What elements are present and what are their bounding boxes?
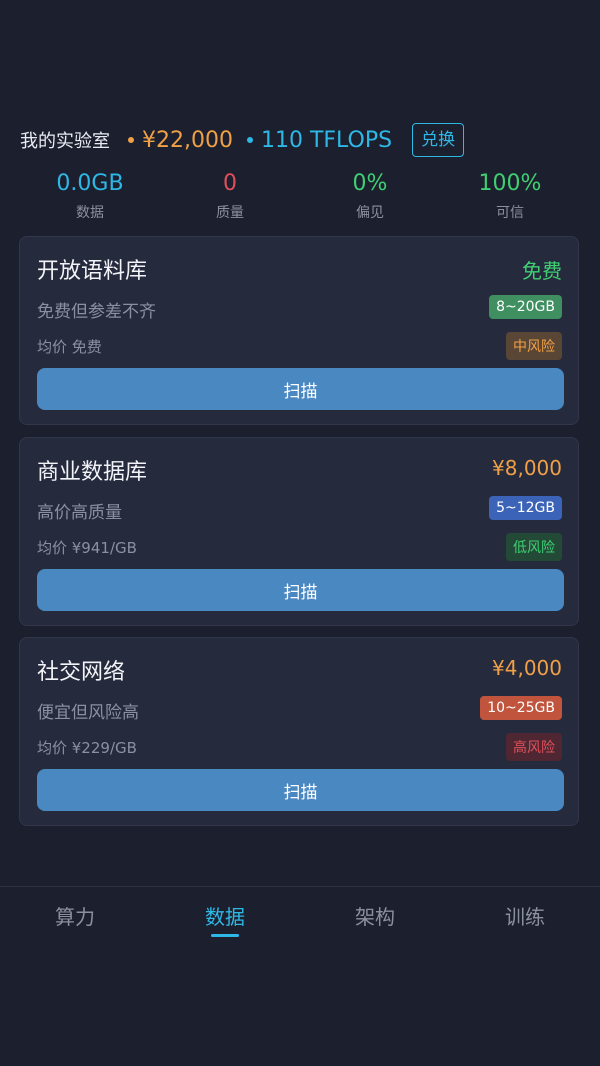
money-value: ¥22,000	[142, 127, 233, 153]
money-dot-icon	[128, 137, 134, 143]
stat-value: 0%	[352, 171, 388, 196]
stat-value: 0	[223, 171, 237, 196]
scan-button[interactable]: 扫描	[37, 368, 564, 410]
tab-architecture[interactable]: 架构	[300, 887, 450, 947]
data-source-card-open-corpus: 开放语料库 免费 免费但参差不齐 8~20GB 均价 免费 中风险 扫描	[19, 236, 579, 425]
stat-label: 质量	[216, 205, 244, 221]
compute-indicator: 110 TFLOPS	[246, 127, 393, 153]
card-average-price: 均价 ¥229/GB	[37, 739, 137, 757]
lab-header: 我的实验室 ¥22,000 110 TFLOPS 兑换	[20, 120, 580, 160]
card-title: 开放语料库	[37, 259, 148, 284]
stat-quality: 0 质量	[160, 168, 300, 222]
size-badge: 8~20GB	[489, 295, 562, 319]
lab-title: 我的实验室	[20, 131, 110, 152]
tab-label: 架构	[355, 905, 395, 929]
stat-value: 0.0GB	[56, 171, 124, 196]
scan-button[interactable]: 扫描	[37, 569, 564, 611]
risk-badge: 低风险	[506, 533, 562, 561]
money-indicator: ¥22,000	[128, 128, 233, 153]
active-tab-indicator	[211, 934, 239, 937]
compute-value: 110 TFLOPS	[260, 127, 393, 153]
tab-training[interactable]: 训练	[450, 887, 600, 947]
data-source-card-social-network: 社交网络 ¥4,000 便宜但风险高 10~25GB 均价 ¥229/GB 高风…	[19, 637, 579, 826]
size-badge: 10~25GB	[480, 696, 562, 720]
risk-badge: 中风险	[506, 332, 562, 360]
stat-bias: 0% 偏见	[300, 168, 440, 222]
tab-compute[interactable]: 算力	[0, 887, 150, 947]
tab-label: 数据	[205, 905, 245, 929]
data-source-card-commercial-db: 商业数据库 ¥8,000 高价高质量 5~12GB 均价 ¥941/GB 低风险…	[19, 437, 579, 626]
card-average-price: 均价 ¥941/GB	[37, 539, 137, 557]
card-description: 便宜但风险高	[37, 703, 139, 723]
tab-data[interactable]: 数据	[150, 887, 300, 947]
card-average-price: 均价 免费	[37, 338, 102, 356]
bottom-nav: 算力 数据 架构 训练	[0, 887, 600, 947]
exchange-button[interactable]: 兑换	[412, 123, 465, 157]
stat-label: 可信	[496, 205, 524, 221]
card-title: 商业数据库	[37, 460, 148, 485]
card-price: 免费	[522, 259, 562, 283]
tab-label: 训练	[505, 905, 545, 929]
stat-value: 100%	[478, 171, 542, 196]
compute-dot-icon	[246, 137, 253, 143]
stats-row: 0.0GB 数据 0 质量 0% 偏见 100% 可信	[20, 168, 580, 222]
stat-label: 偏见	[356, 205, 384, 221]
tab-label: 算力	[55, 905, 95, 929]
card-price: ¥8,000	[492, 456, 562, 480]
scan-button[interactable]: 扫描	[37, 769, 564, 811]
card-description: 免费但参差不齐	[37, 302, 156, 322]
card-price: ¥4,000	[492, 656, 562, 680]
stat-trust: 100% 可信	[440, 168, 580, 222]
stat-data: 0.0GB 数据	[20, 168, 160, 222]
stat-label: 数据	[76, 205, 104, 221]
card-description: 高价高质量	[37, 503, 122, 523]
card-title: 社交网络	[37, 660, 126, 685]
size-badge: 5~12GB	[489, 496, 562, 520]
risk-badge: 高风险	[506, 733, 562, 761]
